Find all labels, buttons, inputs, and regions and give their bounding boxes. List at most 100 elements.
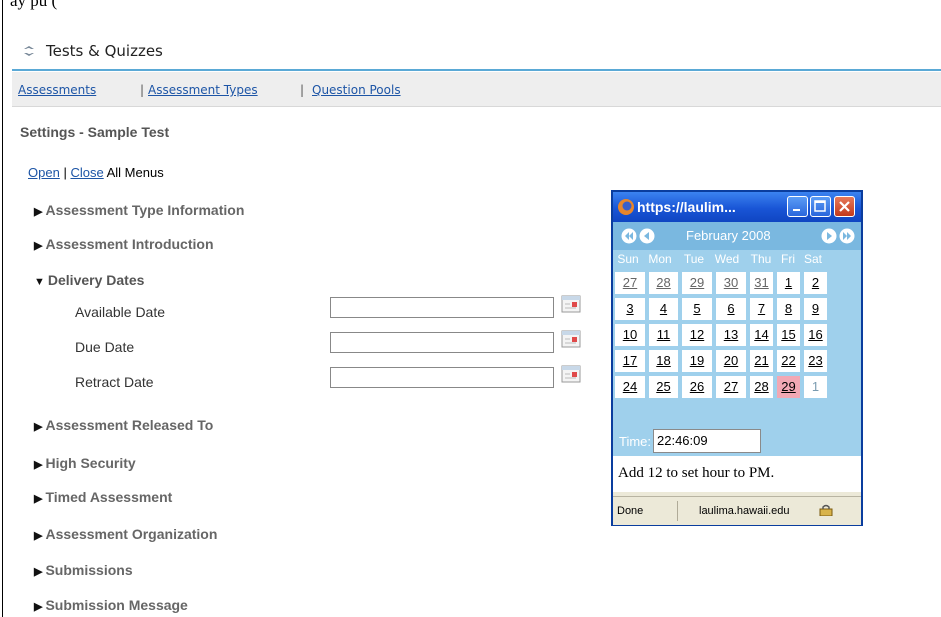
previous-year-icon[interactable] — [621, 228, 637, 244]
section-label: Delivery Dates — [47, 272, 145, 288]
section-assessment-released-to[interactable]: ▶ Assessment Released To — [34, 417, 213, 433]
next-year-icon[interactable] — [839, 228, 855, 244]
weekday-label: Wed — [714, 252, 740, 266]
calendar-day[interactable]: 28 — [750, 376, 773, 398]
nav-link-assessments[interactable]: Assessments — [18, 83, 96, 97]
due-date-label: Due Date — [75, 339, 135, 355]
section-submission-message[interactable]: ▶ Submission Message — [34, 597, 188, 613]
calendar-popup-window: https://laulim... February 2008 Sun Mon … — [611, 190, 863, 526]
close-all-menus-link[interactable]: Close — [70, 165, 103, 180]
popup-title: https://laulim... — [637, 199, 736, 215]
section-assessment-organization[interactable]: ▶ Assessment Organization — [34, 526, 217, 542]
calendar-month-label: February 2008 — [686, 228, 771, 243]
section-label: Submission Message — [45, 597, 188, 613]
refresh-arrows-icon — [24, 46, 34, 56]
calendar-picker-icon[interactable] — [561, 365, 581, 383]
calendar-day[interactable]: 27 — [615, 272, 645, 294]
close-button[interactable] — [834, 196, 855, 217]
calendar-day[interactable]: 10 — [615, 324, 645, 346]
calendar-day[interactable]: 6 — [716, 298, 746, 320]
nav-link-assessment-types[interactable]: Assessment Types — [148, 83, 258, 97]
calendar-day[interactable]: 17 — [615, 350, 645, 372]
calendar-day[interactable]: 12 — [682, 324, 712, 346]
time-label: Time: — [619, 434, 652, 449]
due-date-input[interactable] — [330, 332, 554, 353]
calendar-widget: February 2008 Sun Mon Tue Wed Thu Fri Sa… — [613, 222, 861, 456]
section-label: Assessment Released To — [45, 417, 214, 433]
calendar-day[interactable]: 1 — [777, 272, 800, 294]
calendar-day[interactable]: 22 — [777, 350, 800, 372]
calendar-day[interactable]: 2 — [804, 272, 827, 294]
calendar-day[interactable]: 29 — [777, 376, 800, 398]
calendar-day[interactable]: 24 — [615, 376, 645, 398]
header-accent-line — [12, 69, 941, 71]
time-input[interactable]: 22:46:09 — [653, 429, 761, 453]
weekday-label: Sun — [617, 252, 639, 266]
calendar-day[interactable]: 7 — [750, 298, 773, 320]
minimize-icon — [793, 209, 800, 211]
calendar-day[interactable]: 13 — [716, 324, 746, 346]
calendar-day[interactable]: 19 — [682, 350, 712, 372]
calendar-picker-icon[interactable] — [561, 330, 581, 348]
calendar-day[interactable]: 29 — [682, 272, 712, 294]
section-submissions[interactable]: ▶ Submissions — [34, 562, 133, 578]
expand-triangle-icon: ▶ — [34, 459, 43, 471]
calendar-day[interactable]: 23 — [804, 350, 827, 372]
calendar-day[interactable]: 4 — [649, 298, 678, 320]
calendar-day[interactable]: 1 — [804, 376, 827, 398]
calendar-nav-row: February 2008 — [613, 222, 861, 250]
calendar-day[interactable]: 5 — [682, 298, 712, 320]
status-text: Done — [617, 505, 644, 517]
expand-triangle-icon: ▶ — [34, 206, 43, 218]
weekday-label: Thu — [750, 252, 772, 266]
section-high-security[interactable]: ▶ High Security — [34, 455, 136, 471]
section-delivery-dates[interactable]: ▼ Delivery Dates — [34, 272, 144, 288]
nav-link-question-pools[interactable]: Question Pools — [312, 83, 401, 97]
calendar-day[interactable]: 14 — [750, 324, 773, 346]
weekday-header-row: Sun Mon Tue Wed Thu Fri Sat — [613, 250, 861, 270]
popup-titlebar[interactable]: https://laulim... — [613, 192, 861, 222]
retract-date-input[interactable] — [330, 367, 554, 388]
next-month-icon[interactable] — [821, 228, 837, 244]
available-date-input[interactable] — [330, 297, 554, 318]
pm-hint-text: Add 12 to set hour to PM. — [618, 465, 775, 481]
section-assessment-type-information[interactable]: ▶ Assessment Type Information — [34, 202, 244, 218]
calendar-day[interactable]: 30 — [716, 272, 746, 294]
section-timed-assessment[interactable]: ▶ Timed Assessment — [34, 489, 172, 505]
calendar-day[interactable]: 31 — [750, 272, 773, 294]
retract-date-label: Retract Date — [75, 374, 154, 390]
pm-hint: Add 12 to set hour to PM. — [613, 456, 861, 492]
calendar-day[interactable]: 8 — [777, 298, 800, 320]
calendar-picker-icon[interactable] — [561, 295, 581, 313]
calendar-day[interactable]: 28 — [649, 272, 678, 294]
section-label: Submissions — [45, 562, 133, 578]
page-title: Settings - Sample Test — [20, 124, 170, 140]
open-all-menus-link[interactable]: Open — [28, 165, 60, 180]
calendar-day[interactable]: 9 — [804, 298, 827, 320]
section-label: Assessment Organization — [45, 526, 218, 542]
minimize-button[interactable] — [787, 196, 808, 217]
previous-month-icon[interactable] — [639, 228, 655, 244]
weekday-label: Mon — [648, 252, 672, 266]
maximize-button[interactable] — [810, 196, 831, 217]
calendar-day[interactable]: 15 — [777, 324, 800, 346]
calendar-day[interactable]: 27 — [716, 376, 746, 398]
status-divider — [677, 501, 678, 521]
section-label: Assessment Type Information — [45, 202, 245, 218]
calendar-day[interactable]: 11 — [649, 324, 678, 346]
cropped-heading-text: ay pu ( — [10, 0, 58, 10]
maximize-icon — [814, 200, 826, 212]
calendar-day[interactable]: 26 — [682, 376, 712, 398]
expand-triangle-icon: ▶ — [34, 240, 43, 252]
calendar-day[interactable]: 3 — [615, 298, 645, 320]
section-assessment-introduction[interactable]: ▶ Assessment Introduction — [34, 236, 214, 252]
calendar-day[interactable]: 18 — [649, 350, 678, 372]
calendar-day[interactable]: 16 — [804, 324, 827, 346]
calendar-day[interactable]: 25 — [649, 376, 678, 398]
nav-separator: | — [300, 83, 305, 97]
popup-status-bar: Done laulima.hawaii.edu — [613, 496, 861, 525]
calendar-day[interactable]: 20 — [716, 350, 746, 372]
firefox-icon — [618, 199, 634, 215]
calendar-day[interactable]: 21 — [750, 350, 773, 372]
available-date-label: Available Date — [75, 304, 166, 320]
